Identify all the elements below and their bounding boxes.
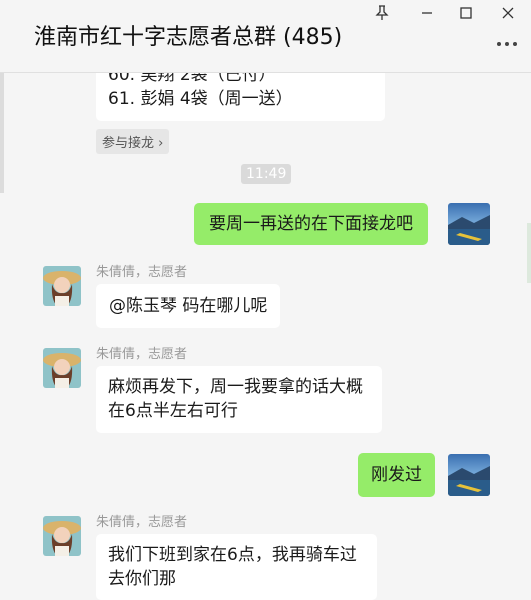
message-text: 在6点半左右可行 xyxy=(108,401,238,421)
message-text: 麻烦再发下，周一我要拿的话大概 xyxy=(108,377,363,397)
sender-name: 朱倩倩，志愿者 xyxy=(96,515,188,530)
message-bubble: 刚发过 xyxy=(358,453,435,497)
message-bubble: 要周一再送的在下面接龙吧 xyxy=(194,203,428,245)
sender-avatar[interactable] xyxy=(43,348,81,388)
message-bubble: 麻烦再发下，周一我要拿的话大概 在6点半左右可行 xyxy=(96,366,382,433)
window-edge xyxy=(527,223,531,283)
my-avatar[interactable] xyxy=(448,454,490,496)
group-title: 淮南市红十字志愿者总群 (485) xyxy=(34,25,343,50)
scrollbar[interactable] xyxy=(0,73,4,193)
pin-icon[interactable] xyxy=(368,4,396,22)
message-bubble: @陈玉琴 码在哪儿呢 xyxy=(96,284,281,328)
my-avatar[interactable] xyxy=(448,203,490,245)
sender-name: 朱倩倩，志愿者 xyxy=(96,265,188,280)
more-icon[interactable] xyxy=(495,34,519,54)
message-text: 刚发过 xyxy=(371,464,422,485)
sender-name: 朱倩倩，志愿者 xyxy=(96,347,188,362)
relay-list-bubble: 60. 吴翔 2袋（已付） 61. 彭娟 4袋（周一送） xyxy=(96,73,385,121)
message-text: 要周一再送的在下面接龙吧 xyxy=(209,213,413,234)
message-text: @陈玉琴 码在哪儿呢 xyxy=(109,295,268,316)
sender-avatar[interactable] xyxy=(43,516,81,556)
chat-area[interactable]: 60. 吴翔 2袋（已付） 61. 彭娟 4袋（周一送） 参与接龙 › 11:4… xyxy=(0,73,531,600)
sender-avatar[interactable] xyxy=(43,266,81,306)
maximize-icon[interactable] xyxy=(452,4,480,22)
message-text: 去你们那 xyxy=(108,569,176,589)
message-bubble: 我们下班到家在6点，我再骑车过 去你们那 xyxy=(96,534,377,600)
close-icon[interactable] xyxy=(494,4,522,22)
timestamp: 11:49 xyxy=(241,164,292,184)
minimize-icon[interactable] xyxy=(413,4,441,22)
relay-line-60: 60. 吴翔 2袋（已付） xyxy=(108,73,276,85)
relay-line-61: 61. 彭娟 4袋（周一送） xyxy=(108,89,293,109)
join-relay-button[interactable]: 参与接龙 › xyxy=(96,129,170,154)
chat-header: 淮南市红十字志愿者总群 (485) xyxy=(0,0,531,73)
message-text: 我们下班到家在6点，我再骑车过 xyxy=(108,545,357,565)
